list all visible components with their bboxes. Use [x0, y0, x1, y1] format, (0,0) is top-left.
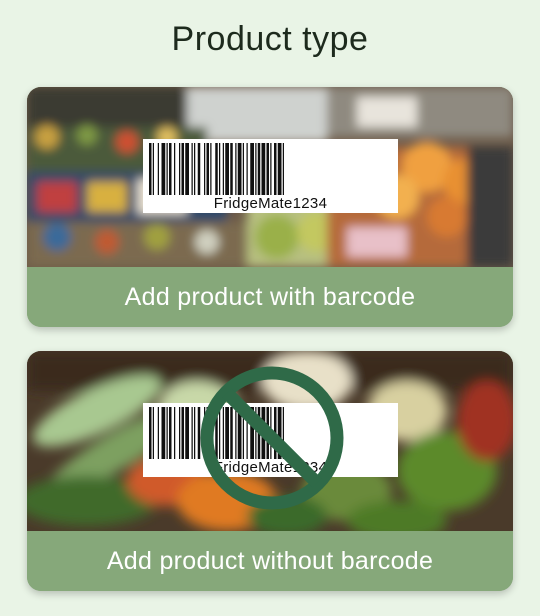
barcode-text: FridgeMate1234 [213, 195, 328, 212]
add-with-barcode-card[interactable]: FridgeMate1234 Add product with barcode [27, 87, 513, 327]
no-barcode-icon [200, 366, 344, 510]
add-with-barcode-label: Add product with barcode [27, 267, 513, 327]
page-title: Product type [171, 20, 369, 58]
add-without-barcode-label: Add product without barcode [27, 531, 513, 591]
vegetables-photo: FridgeMate1234 [27, 351, 513, 531]
add-without-barcode-card[interactable]: FridgeMate1234 Add product without barco… [27, 351, 513, 591]
barcode-bars [149, 143, 284, 195]
supermarket-photo: FridgeMate1234 [27, 87, 513, 267]
barcode-graphic: FridgeMate1234 [143, 139, 398, 213]
